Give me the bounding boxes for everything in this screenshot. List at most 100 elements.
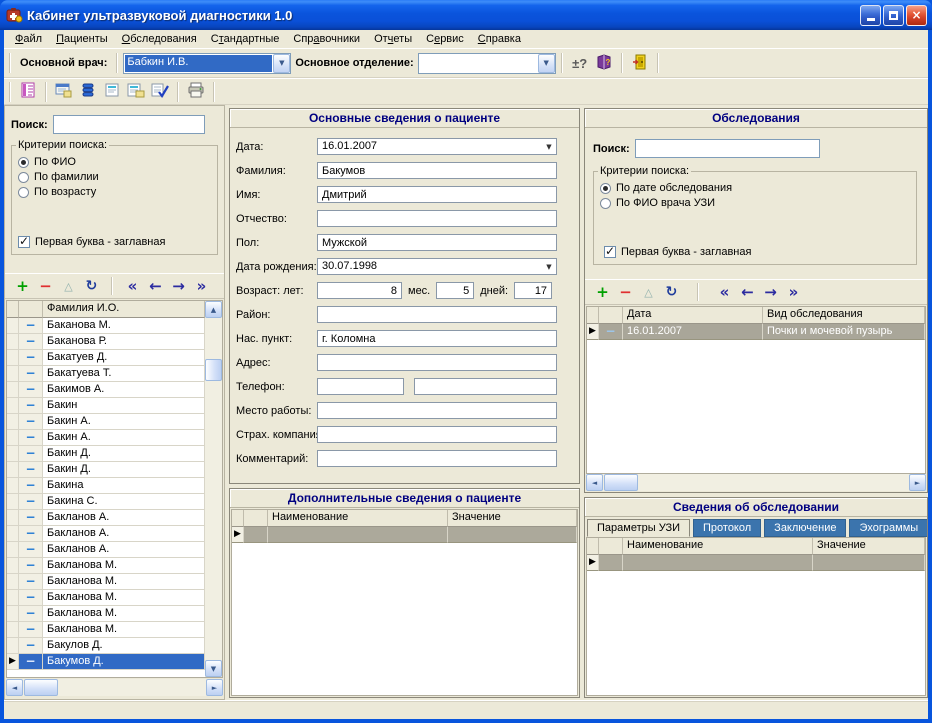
radio-icon[interactable] <box>600 198 611 209</box>
next-button[interactable]: → <box>167 276 190 296</box>
about-button[interactable]: ±? <box>568 52 592 75</box>
prev-button[interactable]: ← <box>144 276 167 296</box>
patient-row[interactable]: −Бакланова М. <box>7 606 205 622</box>
scroll-right-icon[interactable]: ► <box>206 679 223 696</box>
chevron-down-icon[interactable]: ▼ <box>542 139 556 154</box>
checkbox-checked-icon[interactable] <box>604 246 616 258</box>
patient-row[interactable]: −Бакин А. <box>7 414 205 430</box>
scroll-right-icon[interactable]: ► <box>909 474 926 491</box>
radio-option-0[interactable]: По дате обследования <box>600 182 910 194</box>
title-bar[interactable]: Кабинет ультразвуковой диагностики 1.0 × <box>0 0 932 30</box>
patient-row[interactable]: −Бакланова М. <box>7 622 205 638</box>
radio-option-2[interactable]: По возрасту <box>18 186 211 198</box>
exam-date-cell[interactable]: 16.01.2007 <box>623 324 763 340</box>
field-input[interactable] <box>317 354 557 371</box>
database-button[interactable] <box>76 80 100 103</box>
phone-input-2[interactable] <box>414 378 557 395</box>
details-table-row[interactable]: ▶ <box>587 555 925 571</box>
patient-row[interactable]: −Бакимов А. <box>7 382 205 398</box>
patient-card-button[interactable] <box>52 80 76 103</box>
print-button[interactable] <box>184 80 208 103</box>
chevron-down-icon[interactable]: ▼ <box>273 54 290 73</box>
additional-table-row[interactable]: ▶ <box>232 527 577 543</box>
date-column-header[interactable]: Дата <box>623 307 763 324</box>
patient-row[interactable]: ▶−Бакумов Д. <box>7 654 205 670</box>
patient-name-cell[interactable]: Бакланова М. <box>43 574 205 590</box>
edit-button[interactable]: △ <box>637 282 660 302</box>
minimize-button[interactable] <box>860 5 881 26</box>
patient-row[interactable]: −Бакланов А. <box>7 542 205 558</box>
patient-name-cell[interactable]: Бакатуева Т. <box>43 366 205 382</box>
scroll-down-icon[interactable]: ▼ <box>205 660 222 677</box>
menu-item-7[interactable]: Справка <box>471 32 528 46</box>
patients-vertical-scrollbar[interactable]: ▲ ▼ <box>205 301 222 677</box>
patient-row[interactable]: −Бакин Д. <box>7 462 205 478</box>
doctor-combobox[interactable]: Бабкин И.В. ▼ <box>123 53 291 74</box>
patient-name-cell[interactable]: Бакланова М. <box>43 558 205 574</box>
patient-name-cell[interactable]: Бакина С. <box>43 494 205 510</box>
radio-option-1[interactable]: По фамилии <box>18 171 211 183</box>
delete-button[interactable]: − <box>614 282 637 302</box>
patient-name-cell[interactable]: Бакумов Д. <box>43 654 205 670</box>
checkbox-checked-icon[interactable] <box>18 236 30 248</box>
patient-name-cell[interactable]: Бакимов А. <box>43 382 205 398</box>
surname-column-header[interactable]: Фамилия И.О. <box>43 301 205 318</box>
radio-selected-icon[interactable] <box>18 157 29 168</box>
field-input[interactable] <box>317 210 557 227</box>
patient-name-cell[interactable]: Бакин А. <box>43 430 205 446</box>
add-button[interactable]: + <box>591 282 614 302</box>
radio-icon[interactable] <box>18 187 29 198</box>
patient-name-cell[interactable]: Бакланов А. <box>43 526 205 542</box>
tab-4[interactable]: Эхограммы <box>849 519 927 537</box>
patient-row[interactable]: −Бакланов А. <box>7 510 205 526</box>
prev-button[interactable]: ← <box>736 282 759 302</box>
patient-row[interactable]: −Баканова М. <box>7 318 205 334</box>
menu-item-0[interactable]: Файл <box>8 32 49 46</box>
field-input[interactable] <box>317 330 557 347</box>
menu-item-5[interactable]: Отчеты <box>367 32 419 46</box>
patient-name-cell[interactable]: Бакин А. <box>43 414 205 430</box>
patient-name-cell[interactable]: Бакланова М. <box>43 606 205 622</box>
field-combobox[interactable]: 30.07.1998▼ <box>317 258 557 275</box>
radio-option-0[interactable]: По ФИО <box>18 156 211 168</box>
field-input[interactable] <box>317 234 557 251</box>
radio-selected-icon[interactable] <box>600 183 611 194</box>
patient-row[interactable]: −Баканова Р. <box>7 334 205 350</box>
delete-button[interactable]: − <box>34 276 57 296</box>
add-button[interactable]: + <box>11 276 34 296</box>
first-letter-checkbox-row[interactable]: Первая буква - заглавная <box>18 236 165 248</box>
patient-row[interactable]: −Бакланова М. <box>7 574 205 590</box>
value-column-header[interactable]: Значение <box>813 538 925 555</box>
patient-row[interactable]: −Бакина <box>7 478 205 494</box>
first-letter-checkbox-row[interactable]: Первая буква - заглавная <box>604 246 751 258</box>
refresh-button[interactable]: ↻ <box>660 282 683 302</box>
patient-name-cell[interactable]: Бакина <box>43 478 205 494</box>
patient-row[interactable]: −Бакин А. <box>7 430 205 446</box>
patient-row[interactable]: −Бакатуев Д. <box>7 350 205 366</box>
report-button[interactable] <box>16 80 40 103</box>
menu-item-1[interactable]: Пациенты <box>49 32 115 46</box>
next-button[interactable]: → <box>759 282 782 302</box>
conclusion-button[interactable] <box>124 80 148 103</box>
patient-row[interactable]: −Бакина С. <box>7 494 205 510</box>
tab-2[interactable]: Протокол <box>693 519 761 537</box>
radio-icon[interactable] <box>18 172 29 183</box>
menu-item-6[interactable]: Сервис <box>419 32 471 46</box>
first-button[interactable]: « <box>121 276 144 296</box>
exam-type-cell[interactable]: Почки и мочевой пузырь <box>763 324 925 340</box>
tab-1[interactable]: Параметры УЗИ <box>587 519 690 537</box>
patient-name-cell[interactable]: Баканова Р. <box>43 334 205 350</box>
field-input[interactable] <box>317 162 557 179</box>
menu-item-3[interactable]: Стандартные <box>204 32 287 46</box>
age-years-input[interactable] <box>317 282 402 299</box>
patient-name-cell[interactable]: Бакланова М. <box>43 590 205 606</box>
patient-row[interactable]: −Бакулов Д. <box>7 638 205 654</box>
age-months-input[interactable] <box>436 282 474 299</box>
patient-name-cell[interactable]: Баканова М. <box>43 318 205 334</box>
tab-3[interactable]: Заключение <box>764 519 846 537</box>
scrollbar-thumb[interactable] <box>205 359 222 381</box>
exam-search-input[interactable] <box>635 139 820 158</box>
patient-name-cell[interactable]: Бакатуев Д. <box>43 350 205 366</box>
first-button[interactable]: « <box>713 282 736 302</box>
menu-item-2[interactable]: Обследования <box>115 32 204 46</box>
